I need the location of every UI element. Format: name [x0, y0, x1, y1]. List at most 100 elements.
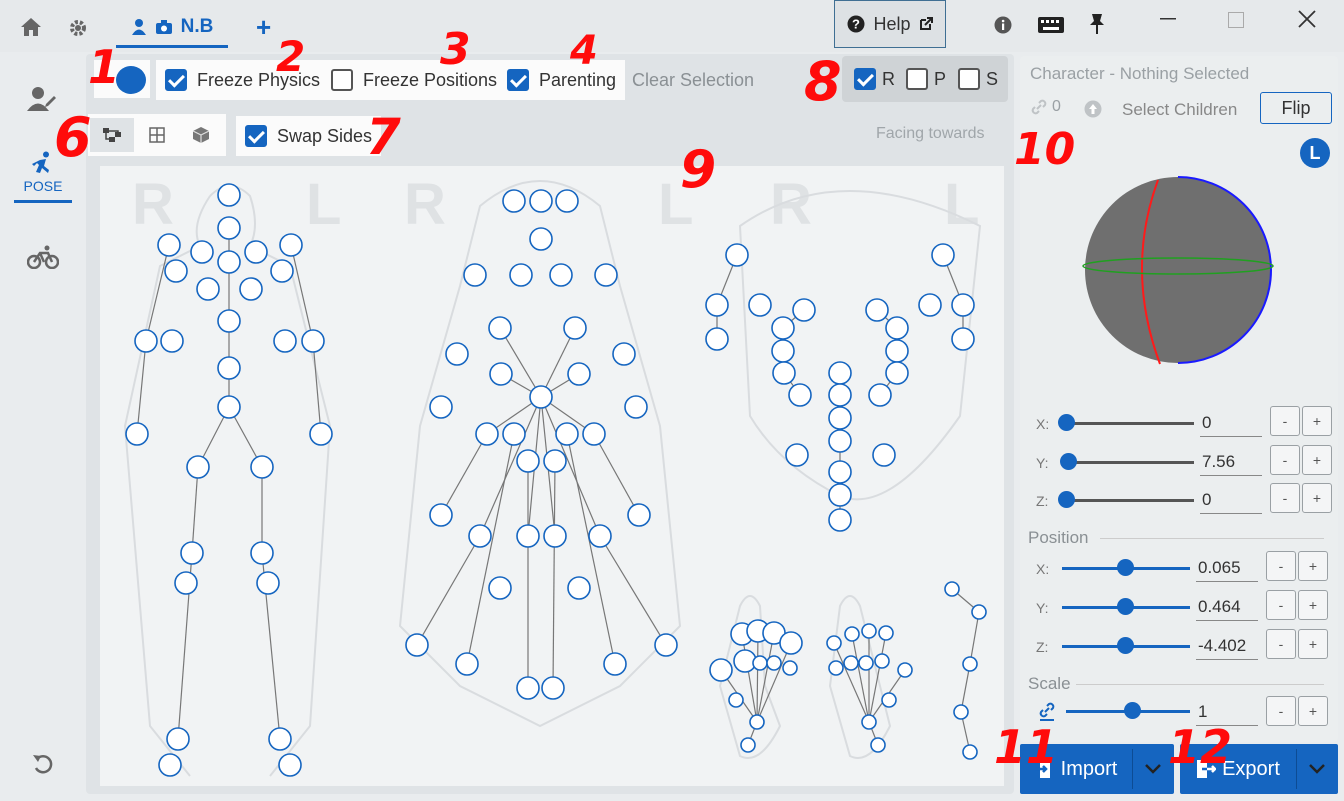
joint-handle[interactable]: [488, 316, 512, 340]
joint-handle[interactable]: [792, 298, 816, 322]
swap-sides-box[interactable]: [245, 125, 267, 147]
joint-handle[interactable]: [788, 383, 812, 407]
joint-handle[interactable]: [529, 385, 553, 409]
freeze-positions-box[interactable]: [331, 69, 353, 91]
joint-handle[interactable]: [654, 633, 678, 657]
joint-handle[interactable]: [752, 655, 768, 671]
position-2-minus-button[interactable]: -: [1266, 629, 1296, 659]
joint-handle[interactable]: [549, 263, 573, 287]
bone-picker-canvas[interactable]: RLRLRL: [100, 166, 1004, 786]
joint-handle[interactable]: [897, 662, 913, 678]
skeleton-view-button[interactable]: [90, 118, 134, 152]
joint-handle[interactable]: [885, 316, 909, 340]
joint-handle[interactable]: [944, 581, 960, 597]
joint-handle[interactable]: [516, 676, 540, 700]
position-0-value-field[interactable]: 0.065: [1196, 554, 1258, 582]
joint-handle[interactable]: [885, 361, 909, 385]
rotation-checkbox[interactable]: R: [854, 68, 895, 90]
rotation-1-slider-thumb[interactable]: [1060, 453, 1077, 470]
joint-handle[interactable]: [429, 395, 453, 419]
joint-handle[interactable]: [705, 327, 729, 351]
joint-handle[interactable]: [828, 406, 852, 430]
home-icon[interactable]: [18, 14, 44, 40]
joint-handle[interactable]: [771, 339, 795, 363]
skeleton-diagram[interactable]: RLRLRL: [100, 166, 1004, 786]
joint-handle[interactable]: [279, 233, 303, 257]
joint-handle[interactable]: [826, 635, 842, 651]
scale-slider-thumb[interactable]: [1124, 702, 1141, 719]
gear-icon[interactable]: [66, 16, 90, 40]
undo-icon[interactable]: [30, 752, 56, 778]
joint-handle[interactable]: [844, 626, 860, 642]
joint-handle[interactable]: [861, 714, 877, 730]
joint-handle[interactable]: [709, 658, 733, 682]
joint-handle[interactable]: [125, 422, 149, 446]
rotation-0-slider-track[interactable]: [1066, 422, 1194, 425]
joint-handle[interactable]: [468, 524, 492, 548]
joint-handle[interactable]: [612, 342, 636, 366]
joint-handle[interactable]: [273, 329, 297, 353]
position-0-slider-thumb[interactable]: [1117, 559, 1134, 576]
joint-handle[interactable]: [186, 455, 210, 479]
joint-handle[interactable]: [217, 395, 241, 419]
rotation-0-plus-button[interactable]: +: [1302, 406, 1332, 436]
joint-handle[interactable]: [588, 524, 612, 548]
position-1-value-field[interactable]: 0.464: [1196, 593, 1258, 621]
joint-handle[interactable]: [217, 309, 241, 333]
joint-handle[interactable]: [951, 327, 975, 351]
joint-handle[interactable]: [843, 655, 859, 671]
freeze-positions-checkbox[interactable]: Freeze Positions: [322, 60, 507, 100]
joint-handle[interactable]: [874, 653, 890, 669]
joint-handle[interactable]: [250, 455, 274, 479]
joint-handle[interactable]: [725, 243, 749, 267]
info-icon[interactable]: [992, 14, 1014, 36]
rotation-1-value-field[interactable]: 7.56: [1200, 448, 1262, 476]
rotation-2-value-field[interactable]: 0: [1200, 486, 1262, 514]
scale-box[interactable]: [958, 68, 980, 90]
select-children-button[interactable]: Select Children: [1122, 100, 1237, 120]
import-dropdown[interactable]: [1133, 744, 1173, 794]
joint-handle[interactable]: [555, 189, 579, 213]
joint-handle[interactable]: [278, 753, 302, 777]
joint-handle[interactable]: [217, 216, 241, 240]
position-box[interactable]: [906, 68, 928, 90]
joint-handle[interactable]: [250, 541, 274, 565]
joint-handle[interactable]: [779, 631, 803, 655]
joint-handle[interactable]: [157, 233, 181, 257]
scale-minus-button[interactable]: -: [1266, 696, 1296, 726]
position-1-minus-button[interactable]: -: [1266, 590, 1296, 620]
joint-handle[interactable]: [870, 737, 886, 753]
joint-handle[interactable]: [268, 727, 292, 751]
joint-handle[interactable]: [244, 240, 268, 264]
joint-handle[interactable]: [878, 625, 894, 641]
enable-toggle[interactable]: [116, 66, 146, 94]
grid-view-button[interactable]: [140, 118, 174, 152]
position-2-value-field[interactable]: -4.402: [1196, 632, 1258, 660]
joint-handle[interactable]: [217, 356, 241, 380]
joint-handle[interactable]: [828, 508, 852, 532]
joint-handle[interactable]: [918, 293, 942, 317]
joint-handle[interactable]: [782, 660, 798, 676]
joint-handle[interactable]: [509, 263, 533, 287]
joint-handle[interactable]: [865, 298, 889, 322]
position-2-slider-thumb[interactable]: [1117, 637, 1134, 654]
joint-handle[interactable]: [429, 503, 453, 527]
joint-handle[interactable]: [174, 571, 198, 595]
rotation-0-slider-thumb[interactable]: [1058, 414, 1075, 431]
joint-handle[interactable]: [445, 342, 469, 366]
joint-handle[interactable]: [455, 652, 479, 676]
side-badge[interactable]: L: [1300, 138, 1330, 168]
keyboard-icon[interactable]: [1036, 14, 1066, 36]
rotation-2-slider-thumb[interactable]: [1058, 491, 1075, 508]
joint-handle[interactable]: [196, 277, 220, 301]
joint-handle[interactable]: [190, 240, 214, 264]
joint-handle[interactable]: [828, 429, 852, 453]
rotation-1-slider-track[interactable]: [1066, 461, 1194, 464]
joint-handle[interactable]: [164, 259, 188, 283]
up-arrow-icon[interactable]: [1082, 98, 1104, 120]
joint-handle[interactable]: [885, 339, 909, 363]
rotation-0-minus-button[interactable]: -: [1270, 406, 1300, 436]
position-2-plus-button[interactable]: +: [1298, 629, 1328, 659]
joint-handle[interactable]: [516, 449, 540, 473]
swap-sides-checkbox[interactable]: Swap Sides: [236, 116, 382, 156]
